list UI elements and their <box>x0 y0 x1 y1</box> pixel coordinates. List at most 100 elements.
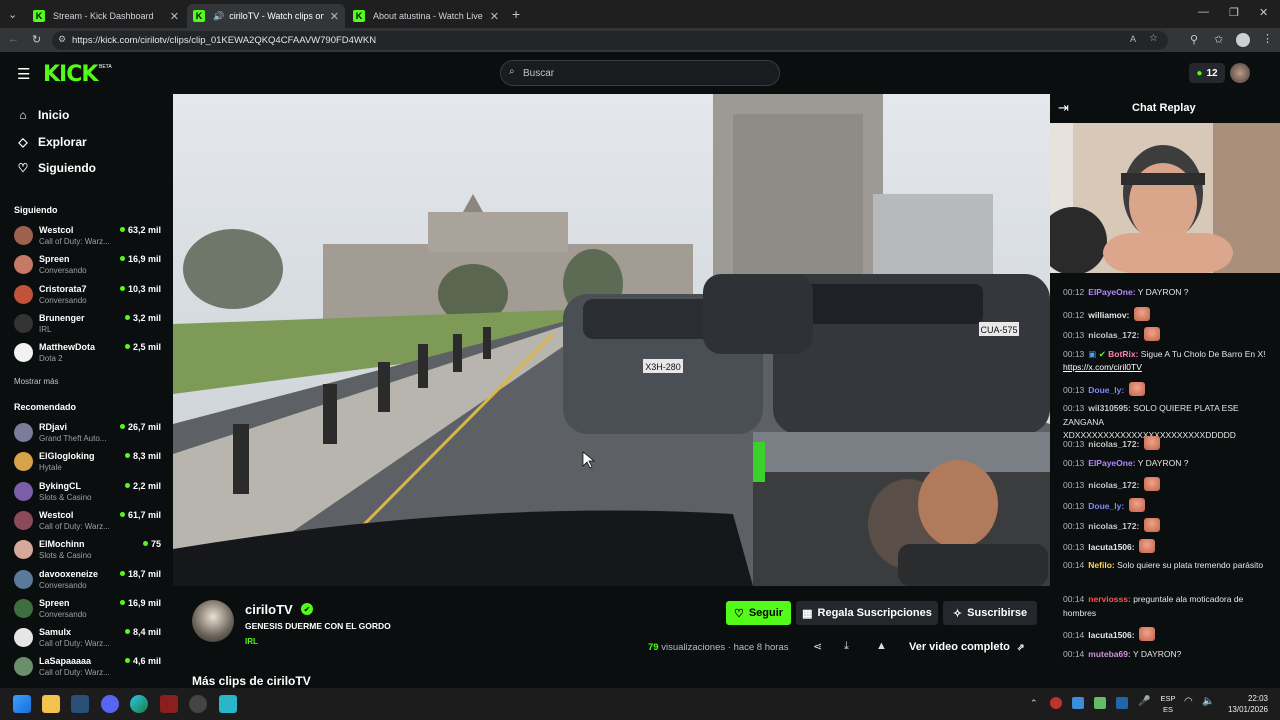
message-username[interactable]: Nefilo: <box>1088 560 1114 570</box>
clock-date: 13/01/2026 <box>1227 705 1268 714</box>
recommended-channel-item[interactable]: davooxeneize Conversando 18,7 mil <box>14 567 164 593</box>
search-input[interactable]: ⌕ Buscar <box>500 60 780 86</box>
recommended-channel-item[interactable]: Spreen Conversando 16,9 mil <box>14 596 164 622</box>
message-username[interactable]: Doue_ly: <box>1088 501 1124 511</box>
nav-siguiendo[interactable]: ♡ Siguiendo <box>16 158 96 178</box>
report-icon[interactable]: ▲ <box>876 640 887 652</box>
discord-icon[interactable] <box>101 695 119 713</box>
site-info-icon[interactable]: ⚙ <box>58 34 66 45</box>
chat-message: 00:13 nicolas_172: <box>1063 327 1273 343</box>
file-explorer-icon[interactable] <box>42 695 60 713</box>
message-link[interactable]: https://x.com/ciril0TV <box>1063 362 1142 372</box>
message-username[interactable]: lacuta1506: <box>1088 542 1134 552</box>
back-arrow-icon[interactable]: ← <box>8 33 19 45</box>
menu-dots-icon[interactable]: ⋮ <box>1262 32 1273 45</box>
steam-icon[interactable] <box>71 695 89 713</box>
following-channel-item[interactable]: Cristorata7 Conversando 10,3 mil <box>14 282 164 308</box>
windows-start-icon[interactable] <box>13 695 31 713</box>
channel-name: Westcol <box>39 509 74 520</box>
user-avatar[interactable] <box>1230 63 1250 83</box>
profile-avatar-icon[interactable] <box>1236 33 1250 47</box>
channel-avatar <box>14 226 33 245</box>
chat-message: 00:13 Doue_ly: <box>1063 497 1273 514</box>
message-username[interactable]: ElPayeOne: <box>1088 287 1135 297</box>
settings-gear-icon[interactable] <box>189 695 207 713</box>
system-clock[interactable]: 22:03 13/01/2026 <box>1224 693 1268 715</box>
microphone-icon[interactable]: 🎤 <box>1138 696 1150 707</box>
message-username[interactable]: nicolas_172: <box>1088 439 1139 449</box>
tray-app-icon[interactable] <box>1116 697 1128 709</box>
recommended-channel-item[interactable]: BykingCL Slots & Casino 2,2 mil <box>14 479 164 505</box>
message-username[interactable]: lacuta1506: <box>1088 630 1134 640</box>
plus-icon[interactable]: + <box>512 6 520 22</box>
reload-icon[interactable]: ↻ <box>32 33 41 46</box>
network-icon[interactable]: ◠ <box>1184 696 1193 707</box>
subscribe-button[interactable]: ✧ Suscribirse <box>943 601 1037 625</box>
tray-app-icon[interactable] <box>1050 697 1062 709</box>
message-username[interactable]: BotRix: <box>1108 349 1138 359</box>
recommended-channel-item[interactable]: Samulx Call of Duty: Warz... 8,4 mil <box>14 625 164 651</box>
close-icon[interactable]: ✕ <box>330 10 339 23</box>
message-username[interactable]: wil310595: <box>1088 403 1131 413</box>
volume-icon[interactable]: 🔈 <box>1202 696 1214 707</box>
recommended-channel-item[interactable]: LaSapaaaaa Call of Duty: Warz... 4,6 mil <box>14 654 164 680</box>
download-icon[interactable]: ⤓ <box>844 640 849 653</box>
message-username[interactable]: Doue_ly: <box>1088 385 1124 395</box>
message-username[interactable]: nerviosss: <box>1088 594 1131 604</box>
notepad-icon[interactable] <box>219 695 237 713</box>
tray-chevron-icon[interactable]: ⌃ <box>1030 698 1038 709</box>
recommended-channel-item[interactable]: ElMochinn Slots & Casino 75 <box>14 537 164 563</box>
channel-avatar <box>14 284 33 304</box>
message-username[interactable]: ElPayeOne: <box>1088 458 1135 468</box>
following-channel-item[interactable]: MatthewDota Dota 2 2,5 mil <box>14 340 164 366</box>
tab-kick-dashboard[interactable]: K Stream - Kick Dashboard ✕ <box>27 4 185 28</box>
read-aloud-icon[interactable]: A <box>1130 34 1136 44</box>
nav-inicio[interactable]: ⌂ Inicio <box>16 105 69 125</box>
recommended-channel-item[interactable]: ElGlogloking Hytale 8,3 mil <box>14 449 164 475</box>
clip-video-player[interactable]: X3H-280 CUA-575 <box>173 94 1050 586</box>
tray-app-icon[interactable] <box>1094 697 1106 709</box>
extension-icon[interactable]: ⚲ <box>1190 33 1198 46</box>
close-icon[interactable]: ✕ <box>490 10 499 23</box>
maximize-icon[interactable]: ❐ <box>1229 6 1239 19</box>
edge-browser-icon[interactable] <box>130 695 148 713</box>
message-username[interactable]: williamov: <box>1088 310 1129 320</box>
input-language[interactable]: ESP ES <box>1160 693 1176 715</box>
following-channel-item[interactable]: Westcol Call of Duty: Warz... 63,2 mil <box>14 223 164 249</box>
clip-category[interactable]: IRL <box>245 637 258 646</box>
close-icon[interactable]: ✕ <box>170 10 179 23</box>
favorites-icon[interactable]: ✩ <box>1214 33 1223 46</box>
message-username[interactable]: nicolas_172: <box>1088 480 1139 490</box>
following-channel-item[interactable]: Spreen Conversando 16,9 mil <box>14 252 164 278</box>
collapse-chat-icon[interactable]: ⇥ <box>1058 100 1069 116</box>
url-field[interactable]: ⚙ https://kick.com/cirilotv/clips/clip_0… <box>52 31 1168 50</box>
message-username[interactable]: nicolas_172: <box>1088 521 1139 531</box>
minimize-icon[interactable]: — <box>1198 6 1209 18</box>
recommended-channel-item[interactable]: Westcol Call of Duty: Warz... 61,7 mil <box>14 508 164 534</box>
hamburger-menu-icon[interactable]: ☰ <box>17 65 30 83</box>
window-close-icon[interactable]: ✕ <box>1259 6 1268 19</box>
recommended-channel-item[interactable]: RDjavi Grand Theft Auto... 26,7 mil <box>14 420 164 446</box>
emote-icon <box>1143 518 1160 532</box>
tab-list-chevron-icon[interactable]: ⌄ <box>8 8 17 21</box>
following-channel-item[interactable]: Brunenger IRL 3,2 mil <box>14 311 164 337</box>
gift-subs-button[interactable]: ▦ Regala Suscripciones <box>796 601 938 625</box>
kicks-balance[interactable]: ● 12 <box>1189 63 1225 83</box>
show-more-link[interactable]: Mostrar más <box>14 377 58 386</box>
tab-about-atustina[interactable]: K About atustina - Watch Live on Ki ✕ <box>347 4 505 28</box>
nav-explorar[interactable]: ◇ Explorar <box>16 132 86 152</box>
share-icon[interactable]: ⋖ <box>813 640 822 653</box>
star-icon[interactable]: ☆ <box>1149 33 1158 44</box>
message-username[interactable]: muteba69: <box>1088 649 1131 659</box>
watch-full-video-link[interactable]: Ver video completo ⇗ <box>909 641 1024 653</box>
tray-app-icon[interactable] <box>1072 697 1084 709</box>
speaker-icon[interactable]: 🔊 <box>213 11 224 22</box>
message-username[interactable]: nicolas_172: <box>1088 330 1139 340</box>
channel-avatar <box>14 510 33 530</box>
channel-avatar[interactable] <box>192 600 234 642</box>
follow-button[interactable]: ♡ Seguir <box>726 601 791 625</box>
tab-cirilotv-clips[interactable]: K 🔊 ciriloTV - Watch clips on Kick ✕ <box>187 4 345 28</box>
kick-logo[interactable]: KICK <box>43 62 98 87</box>
channel-name[interactable]: ciriloTV <box>245 602 293 617</box>
obs-icon[interactable] <box>160 695 178 713</box>
